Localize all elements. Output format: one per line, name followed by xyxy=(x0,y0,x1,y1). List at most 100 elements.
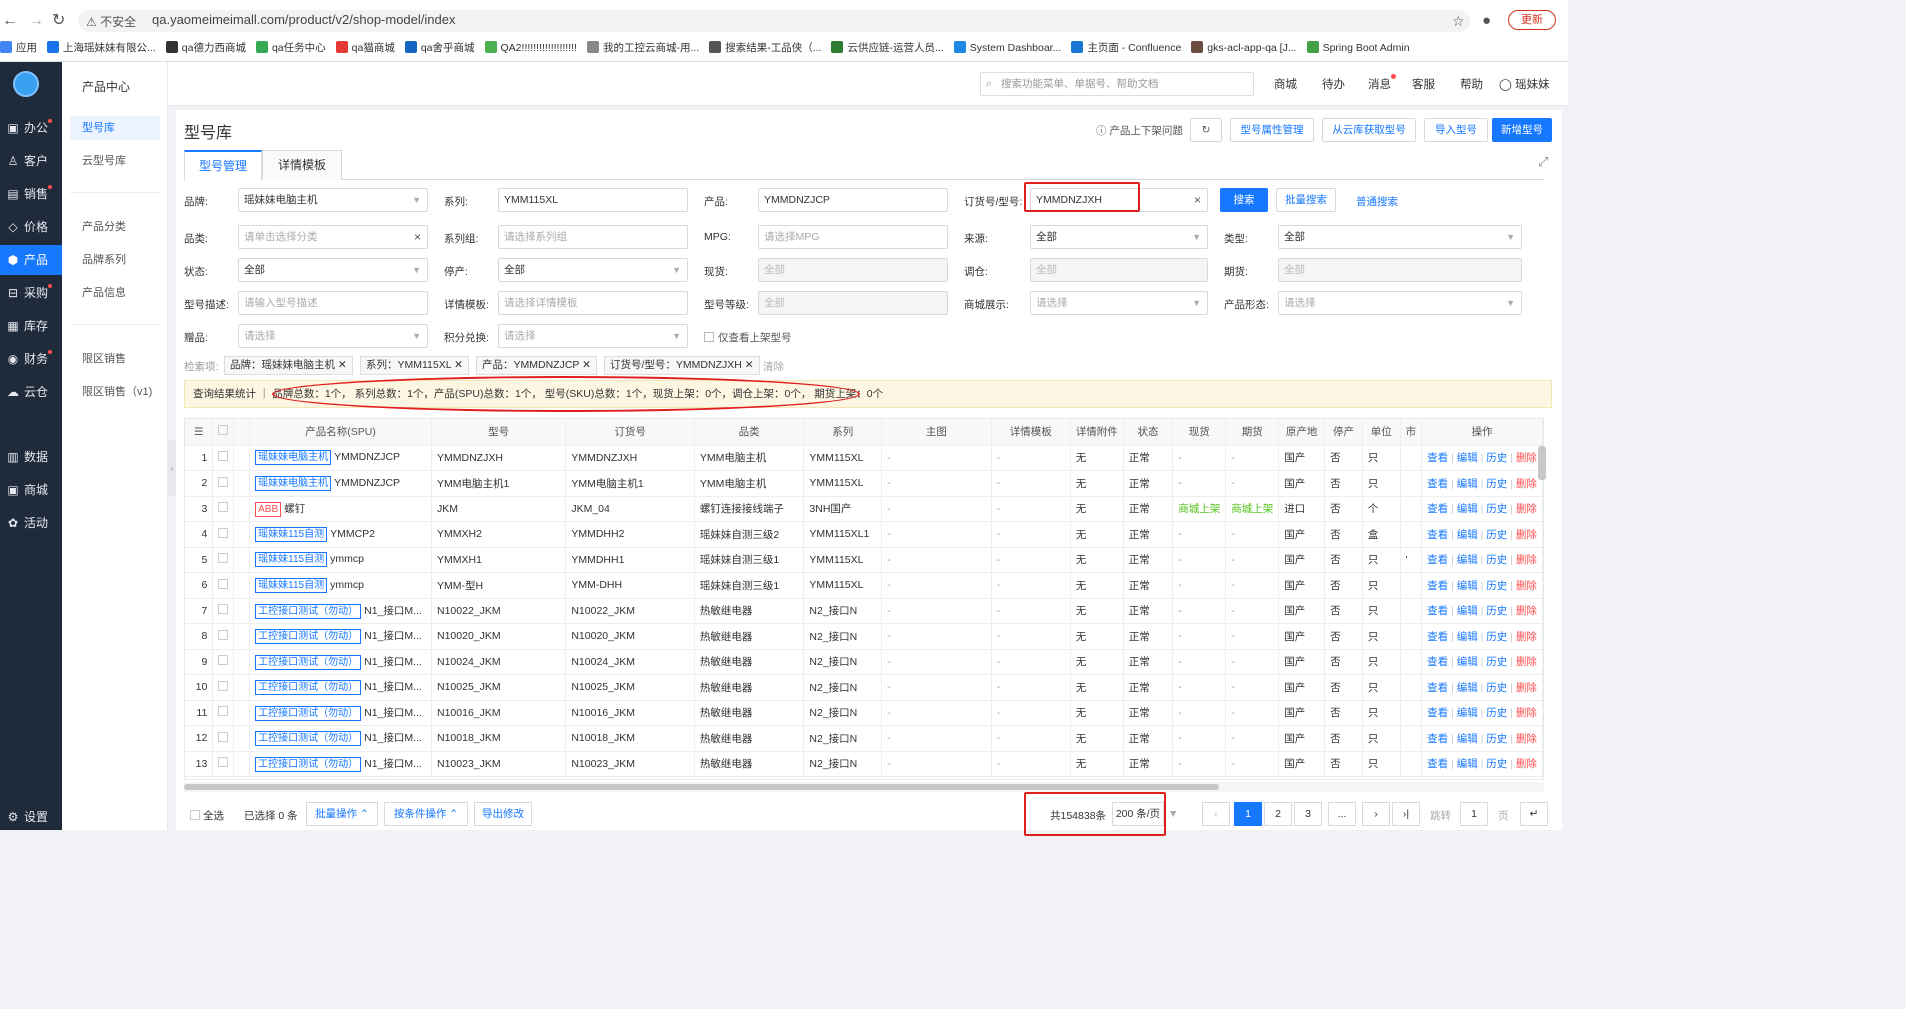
chip-product[interactable]: 产品：YMMDNZJCP ✕ xyxy=(476,356,597,375)
checkbox-box[interactable] xyxy=(218,425,229,436)
edit-link[interactable]: 编辑 xyxy=(1457,682,1478,694)
delete-link[interactable]: 删除 xyxy=(1516,529,1537,541)
collapse-handle[interactable]: ‹ xyxy=(168,440,176,496)
sidebar-item-4[interactable]: ⬢ 产品 xyxy=(0,245,62,275)
select-all-checkbox[interactable]: 全选 xyxy=(190,808,224,823)
page-3[interactable]: 3 xyxy=(1294,802,1322,826)
bookmark-item[interactable]: 主页面 - Confluence xyxy=(1071,38,1181,58)
edit-link[interactable]: 编辑 xyxy=(1457,452,1478,464)
page-2[interactable]: 2 xyxy=(1264,802,1292,826)
subnav-region-sales-v1[interactable]: 限区销售（v1) xyxy=(70,380,160,404)
history-link[interactable]: 历史 xyxy=(1486,605,1507,617)
bookmark-item[interactable]: qa任务中心 xyxy=(255,38,326,58)
table-row[interactable]: 6 瑶妹妹115自测 ymmcp YMM-型H YMM-DHH 瑶妹妹自测三级1 YMM11… xyxy=(185,572,1543,599)
column-header[interactable] xyxy=(212,419,235,446)
detail-tpl-input[interactable]: 请选择详情模板 xyxy=(498,291,688,315)
sidebar-item-5[interactable]: ⊟ 采购 xyxy=(0,278,62,308)
view-link[interactable]: 查看 xyxy=(1427,605,1448,617)
history-link[interactable]: 历史 xyxy=(1486,554,1507,566)
table-row[interactable]: 5 瑶妹妹115自测 ymmcp YMMXH1 YMMDHH1 瑶妹妹自测三级1 YMM11… xyxy=(185,547,1543,573)
tab-detail-template[interactable]: 详情模板 xyxy=(262,150,342,180)
view-link[interactable]: 查看 xyxy=(1427,554,1448,566)
page-ellipsis[interactable]: ... xyxy=(1328,802,1356,826)
delete-link[interactable]: 删除 xyxy=(1516,682,1537,694)
reload-icon[interactable]: ↻ xyxy=(52,12,65,30)
batch-search-button[interactable]: 批量搜索 xyxy=(1276,188,1336,212)
type-select[interactable]: 全部 ▼ xyxy=(1278,225,1522,249)
bookmark-item[interactable]: Spring Boot Admin xyxy=(1306,38,1410,58)
series-group-input[interactable]: 请选择系列组 xyxy=(498,225,688,249)
delete-link[interactable]: 删除 xyxy=(1516,605,1537,617)
history-link[interactable]: 历史 xyxy=(1486,758,1507,770)
checkbox-box[interactable] xyxy=(218,451,229,462)
view-link[interactable]: 查看 xyxy=(1427,452,1448,464)
star-icon[interactable]: ☆ xyxy=(1452,12,1465,30)
row-checkbox[interactable] xyxy=(212,521,235,548)
chip-series[interactable]: 系列：YMM115XL ✕ xyxy=(360,356,469,375)
delete-link[interactable]: 删除 xyxy=(1516,580,1537,592)
history-link[interactable]: 历史 xyxy=(1486,478,1507,490)
delete-link[interactable]: 删除 xyxy=(1516,733,1537,745)
checkbox-box[interactable] xyxy=(218,680,229,691)
edit-link[interactable]: 编辑 xyxy=(1457,605,1478,617)
subnav-cloud-model-library[interactable]: 云型号库 xyxy=(70,149,160,173)
table-row[interactable]: 12 工控接口测试（勿动） N1_接口M... N10018_JKM N10018_JK… xyxy=(185,725,1543,752)
points-select[interactable]: 请选择 ▼ xyxy=(498,324,688,348)
only-listed-checkbox[interactable]: 仅查看上架型号 xyxy=(704,330,792,345)
edit-link[interactable]: 编辑 xyxy=(1457,478,1478,490)
normal-search-link[interactable]: 普通搜索 xyxy=(1356,194,1398,209)
fullscreen-icon[interactable]: ⤢ xyxy=(1538,154,1548,170)
sidebar-item-9[interactable]: ▥ 数据 xyxy=(0,442,62,472)
header-link-help[interactable]: 帮助 xyxy=(1460,76,1483,92)
help-link[interactable]: ⓘ 产品上下架问题 xyxy=(1096,123,1183,138)
product-form-select[interactable]: 请选择 ▼ xyxy=(1278,291,1522,315)
import-model-button[interactable]: 导入型号 xyxy=(1424,118,1488,142)
close-icon[interactable]: ✕ xyxy=(745,359,754,371)
last-page-button[interactable]: ›| xyxy=(1392,802,1420,826)
subnav-region-sales[interactable]: 限区销售 xyxy=(70,347,160,371)
table-row[interactable]: 7 工控接口测试（勿动） N1_接口M... N10022_JKM N10022_JKM… xyxy=(185,598,1543,624)
header-link-messages[interactable]: 消息 xyxy=(1368,76,1391,92)
row-checkbox[interactable] xyxy=(212,470,235,497)
table-row[interactable]: 2 瑶妹妹电脑主机 YMMDNZJCP YMM电脑主机1 YMM电脑主机1 YMM电脑主机… xyxy=(185,470,1543,497)
edit-link[interactable]: 编辑 xyxy=(1457,580,1478,592)
history-link[interactable]: 历史 xyxy=(1486,580,1507,592)
url-text[interactable]: qa.yaomeimeimall.com/product/v2/shop-mod… xyxy=(152,12,455,27)
bookmark-item[interactable]: 上海瑶妹妹有限公... xyxy=(47,38,156,58)
sidebar-item-11[interactable]: ✿ 活动 xyxy=(0,508,62,538)
source-select[interactable]: 全部 ▼ xyxy=(1030,225,1208,249)
subnav-brand-series[interactable]: 品牌系列 xyxy=(70,248,160,272)
history-link[interactable]: 历史 xyxy=(1486,733,1507,745)
header-link-mall[interactable]: 商城 xyxy=(1274,76,1297,92)
history-link[interactable]: 历史 xyxy=(1486,631,1507,643)
row-checkbox[interactable] xyxy=(212,649,235,675)
table-row[interactable]: 9 工控接口测试（勿动） N1_接口M... N10024_JKM N10024_JKM… xyxy=(185,649,1543,675)
table-row[interactable]: 3 ABB 螺钉 JKM JKM_04 螺钉连接接线端子 3NH国产 - - 无正常 商城上架 商城上… xyxy=(185,496,1543,522)
checkbox-box[interactable] xyxy=(218,476,229,487)
checkbox-box[interactable] xyxy=(218,578,229,589)
view-link[interactable]: 查看 xyxy=(1427,656,1448,668)
edit-link[interactable]: 编辑 xyxy=(1457,656,1478,668)
sidebar-item-0[interactable]: ▣ 办公 xyxy=(0,113,62,143)
sidebar-item-2[interactable]: ▤ 销售 xyxy=(0,179,62,209)
profile-icon[interactable]: ● xyxy=(1482,12,1491,30)
edit-link[interactable]: 编辑 xyxy=(1457,554,1478,566)
discontinued-select[interactable]: 全部 ▼ xyxy=(498,258,688,282)
export-button[interactable]: 导出修改 xyxy=(474,802,532,826)
history-link[interactable]: 历史 xyxy=(1486,656,1507,668)
checkbox-box[interactable] xyxy=(218,527,229,538)
header-link-todo[interactable]: 待办 xyxy=(1322,76,1345,92)
mpg-input[interactable]: 请选择MPG xyxy=(758,225,948,249)
row-checkbox[interactable] xyxy=(212,674,235,701)
delete-link[interactable]: 删除 xyxy=(1516,478,1537,490)
vertical-scrollbar[interactable] xyxy=(1538,446,1546,480)
checkbox-box[interactable] xyxy=(218,553,229,564)
view-link[interactable]: 查看 xyxy=(1427,580,1448,592)
edit-link[interactable]: 编辑 xyxy=(1457,758,1478,770)
category-select[interactable]: 请单击选择分类 × xyxy=(238,225,428,249)
futures-select[interactable]: 全部 xyxy=(1278,258,1522,282)
chip-order-no[interactable]: 订货号/型号：YMMDNZJXH ✕ xyxy=(604,356,760,375)
history-link[interactable]: 历史 xyxy=(1486,682,1507,694)
delete-link[interactable]: 删除 xyxy=(1516,707,1537,719)
view-link[interactable]: 查看 xyxy=(1427,631,1448,643)
